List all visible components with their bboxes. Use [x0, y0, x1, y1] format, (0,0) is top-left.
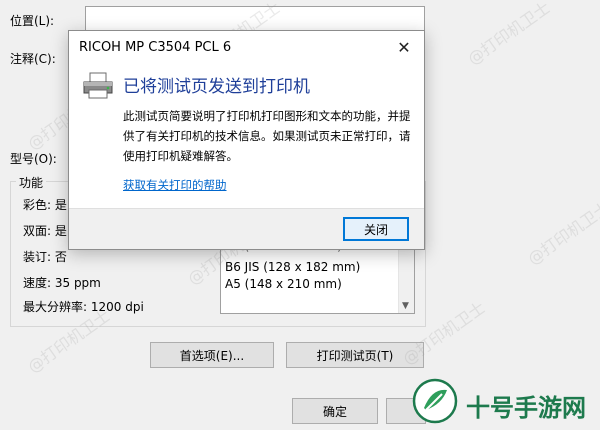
ok-button[interactable]: 确定 [292, 398, 378, 424]
resolution-info: 最大分辨率: 1200 dpi [23, 300, 144, 314]
leaf-logo-icon [412, 378, 458, 424]
chevron-down-icon[interactable]: ▼ [402, 301, 409, 311]
staple-info: 装订: 否 [23, 250, 67, 264]
watermark-text: @打印机卫士 [524, 197, 600, 269]
color-info: 彩色: 是 [23, 198, 67, 212]
help-link[interactable]: 获取有关打印的帮助 [123, 177, 227, 193]
location-field[interactable] [85, 6, 425, 32]
close-icon[interactable]: ✕ [392, 36, 416, 58]
features-title: 功能 [16, 174, 47, 191]
printer-icon [81, 71, 115, 101]
duplex-info: 双面: 是 [23, 224, 67, 238]
watermark-text: @打印机卫士 [464, 0, 554, 69]
list-item[interactable]: A5 (148 x 210 mm) [225, 277, 342, 291]
preferences-button[interactable]: 首选项(E)... [150, 342, 274, 368]
site-logo-text: 十号手游网 [466, 394, 586, 422]
model-label: 型号(O): [10, 152, 57, 166]
speed-info: 速度: 35 ppm [23, 276, 101, 290]
location-label: 位置(L): [10, 14, 55, 28]
dialog-message: 此测试页简要说明了打印机打印图形和文本的功能，并提供了有关打印机的技术信息。如果… [123, 109, 411, 163]
test-page-dialog: RICOH MP C3504 PCL 6 ✕ 已将测试页发送到打印机 此测试页简… [68, 30, 425, 250]
list-item[interactable]: B6 JIS (128 x 182 mm) [225, 260, 360, 274]
print-test-page-button[interactable]: 打印测试页(T) [286, 342, 424, 368]
dialog-title: RICOH MP C3504 PCL 6 [79, 40, 232, 55]
comment-label: 注释(C): [10, 52, 56, 66]
dialog-heading: 已将测试页发送到打印机 [123, 77, 310, 97]
dialog-footer: 关闭 [69, 208, 424, 249]
close-button[interactable]: 关闭 [343, 217, 409, 241]
